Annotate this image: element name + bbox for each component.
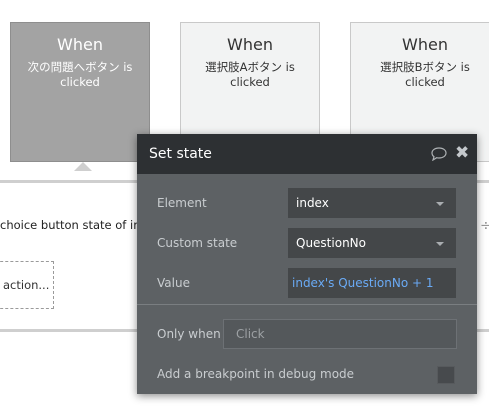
custom-state-value: QuestionNo bbox=[296, 236, 366, 250]
workflow-canvas: When 次の問題へボタン is clicked When 選択肢Aボタン is c… bbox=[0, 0, 489, 413]
value-expression: index's QuestionNo + 1 bbox=[292, 276, 434, 290]
add-action-label: action... bbox=[3, 278, 50, 292]
event-when-label: When bbox=[402, 35, 448, 54]
value-expression-field[interactable]: index's QuestionNo + 1 bbox=[288, 268, 456, 298]
set-state-popup: Set state ✖ Element index Custom state Q… bbox=[137, 134, 477, 394]
event-description-line2: clicked bbox=[60, 75, 100, 89]
value-label: Value bbox=[157, 276, 190, 290]
event-description: 次の問題へボタン is clicked bbox=[11, 60, 149, 90]
element-value: index bbox=[296, 196, 329, 210]
comment-icon[interactable] bbox=[431, 147, 447, 161]
only-when-placeholder: Click bbox=[236, 327, 265, 341]
chevron-down-icon bbox=[436, 202, 444, 206]
event-description-line2: clicked bbox=[230, 75, 270, 89]
popup-title: Set state bbox=[149, 146, 212, 162]
close-icon[interactable]: ✖ bbox=[455, 143, 469, 163]
event-description: 選択肢Aボタン is clicked bbox=[181, 60, 319, 90]
event-card-next-question[interactable]: When 次の問題へボタン is clicked bbox=[10, 22, 150, 162]
only-when-input[interactable]: Click bbox=[223, 319, 457, 349]
popup-divider bbox=[137, 304, 477, 305]
custom-state-dropdown[interactable]: QuestionNo bbox=[288, 228, 456, 258]
event-description: 選択肢Bボタン is clicked bbox=[351, 60, 489, 90]
element-label: Element bbox=[157, 196, 207, 210]
event-when-label: When bbox=[227, 35, 273, 54]
chevron-down-icon bbox=[436, 242, 444, 246]
custom-state-label: Custom state bbox=[157, 236, 238, 250]
event-description-line1: 選択肢Bボタン is bbox=[380, 60, 470, 74]
only-when-label: Only when bbox=[157, 327, 221, 341]
event-description-line1: 次の問題へボタン is bbox=[27, 60, 133, 74]
side-handle-icon[interactable]: ÷ bbox=[480, 218, 489, 234]
event-when-label: When bbox=[57, 35, 103, 54]
event-description-line2: clicked bbox=[405, 75, 445, 89]
event-description-line1: 選択肢Aボタン is bbox=[205, 60, 295, 74]
breakpoint-label: Add a breakpoint in debug mode bbox=[157, 367, 355, 381]
add-action-button[interactable]: action... bbox=[0, 261, 54, 309]
action-step-title[interactable]: choice button state of inc bbox=[0, 218, 147, 232]
popup-header: Set state ✖ bbox=[137, 134, 477, 174]
element-dropdown[interactable]: index bbox=[288, 188, 456, 218]
breakpoint-checkbox[interactable] bbox=[437, 366, 455, 384]
selected-card-pointer bbox=[74, 162, 92, 171]
